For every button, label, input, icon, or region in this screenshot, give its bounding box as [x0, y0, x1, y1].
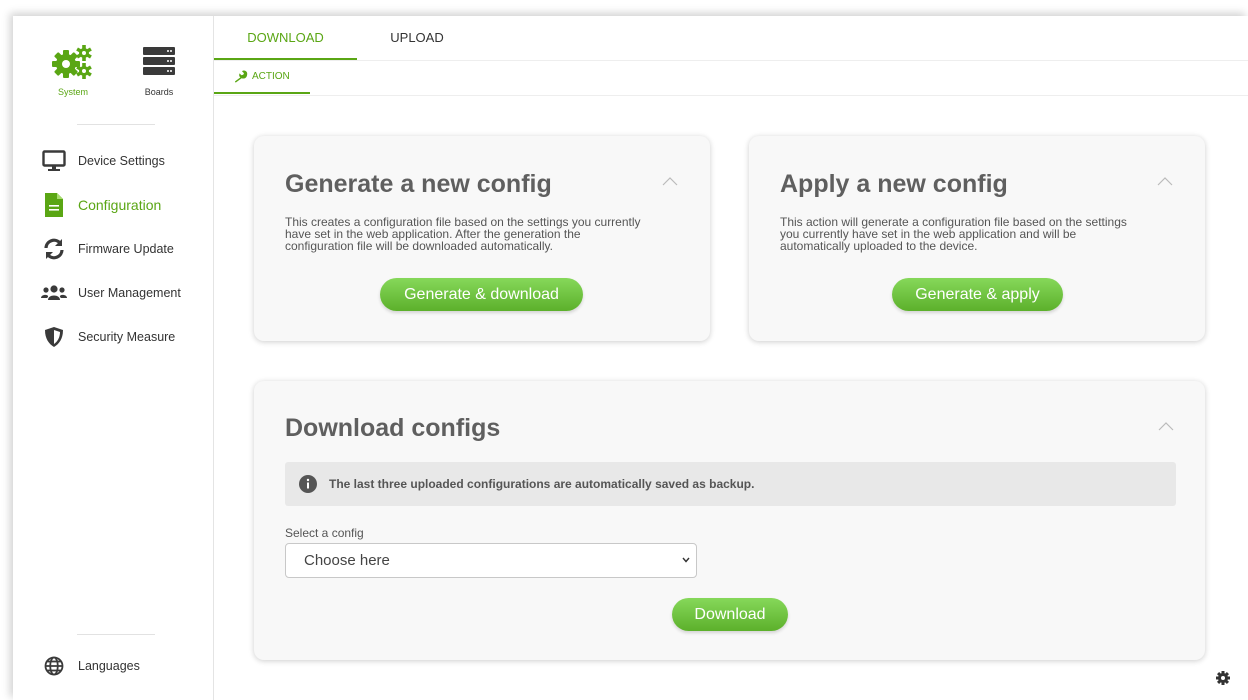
download-button[interactable]: Download	[672, 598, 788, 631]
sidebar-item-security-measure[interactable]: Security Measure	[13, 315, 213, 359]
chevron-up-icon[interactable]	[662, 176, 678, 186]
card-title: Download configs	[285, 414, 501, 442]
info-banner: The last three uploaded configurations a…	[285, 462, 1176, 506]
generate-apply-button[interactable]: Generate & apply	[892, 278, 1063, 311]
chevron-down-icon	[682, 557, 690, 563]
languages-button[interactable]: Languages	[41, 656, 140, 676]
tab-upload[interactable]: UPLOAD	[357, 16, 477, 60]
select-config-dropdown[interactable]: Choose here	[285, 543, 697, 578]
sidebar-divider	[77, 634, 155, 635]
generate-download-button[interactable]: Generate & download	[380, 278, 583, 311]
boards-label: Boards	[144, 87, 174, 97]
sidebar-item-configuration[interactable]: Configuration	[13, 183, 213, 227]
sidebar-item-firmware-update[interactable]: Firmware Update	[13, 227, 213, 271]
monitor-icon	[41, 149, 67, 173]
info-text: The last three uploaded configurations a…	[329, 477, 755, 491]
sub-tabs: ACTION	[214, 61, 1248, 96]
info-icon	[299, 475, 317, 493]
shield-icon	[41, 325, 67, 349]
wrench-icon	[234, 70, 252, 83]
card-text-line: automatically uploaded to the device.	[780, 239, 978, 253]
sidebar-nav: Device Settings Configuration Firmware U…	[13, 139, 213, 359]
tab-action-label: ACTION	[252, 71, 290, 82]
settings-gear-icon[interactable]	[1215, 670, 1231, 691]
server-icon	[139, 47, 179, 84]
sidebar-item-label: Security Measure	[78, 330, 176, 344]
sidebar-item-user-management[interactable]: User Management	[13, 271, 213, 315]
languages-label: Languages	[78, 659, 140, 673]
sidebar-item-label: User Management	[78, 286, 181, 300]
select-value: Choose here	[304, 552, 390, 569]
sidebar-item-label: Firmware Update	[78, 242, 174, 256]
sidebar-item-device-settings[interactable]: Device Settings	[13, 139, 213, 183]
card-text-line: configuration file will be downloaded au…	[285, 239, 553, 253]
boards-button[interactable]: Boards	[129, 44, 189, 97]
system-label: System	[57, 87, 88, 97]
generate-config-card: Generate a new config This creates a con…	[254, 136, 710, 341]
tab-download[interactable]: DOWNLOAD	[214, 16, 357, 60]
app-window: System Boards Device Settings Configurat…	[13, 16, 1248, 700]
card-title: Generate a new config	[285, 170, 552, 198]
download-configs-card: Download configs The last three uploaded…	[254, 381, 1205, 660]
chevron-up-icon[interactable]	[1157, 176, 1173, 186]
globe-icon	[41, 656, 67, 676]
sync-icon	[41, 237, 67, 261]
sidebar-item-label: Configuration	[78, 197, 162, 213]
sidebar-item-label: Device Settings	[78, 154, 165, 168]
card-title: Apply a new config	[780, 170, 1008, 198]
users-icon	[41, 281, 67, 305]
tab-action[interactable]: ACTION	[214, 61, 310, 94]
sidebar-top-icons: System Boards	[13, 16, 213, 126]
top-tabs: DOWNLOAD UPLOAD	[214, 16, 1248, 61]
gears-icon	[50, 45, 96, 84]
apply-config-card: Apply a new config This action will gene…	[749, 136, 1205, 341]
document-icon	[41, 193, 67, 217]
chevron-up-icon[interactable]	[1158, 421, 1174, 431]
sidebar: System Boards Device Settings Configurat…	[13, 16, 214, 700]
select-config-label: Select a config	[285, 526, 364, 540]
sidebar-divider	[77, 124, 155, 125]
system-button[interactable]: System	[43, 44, 103, 97]
